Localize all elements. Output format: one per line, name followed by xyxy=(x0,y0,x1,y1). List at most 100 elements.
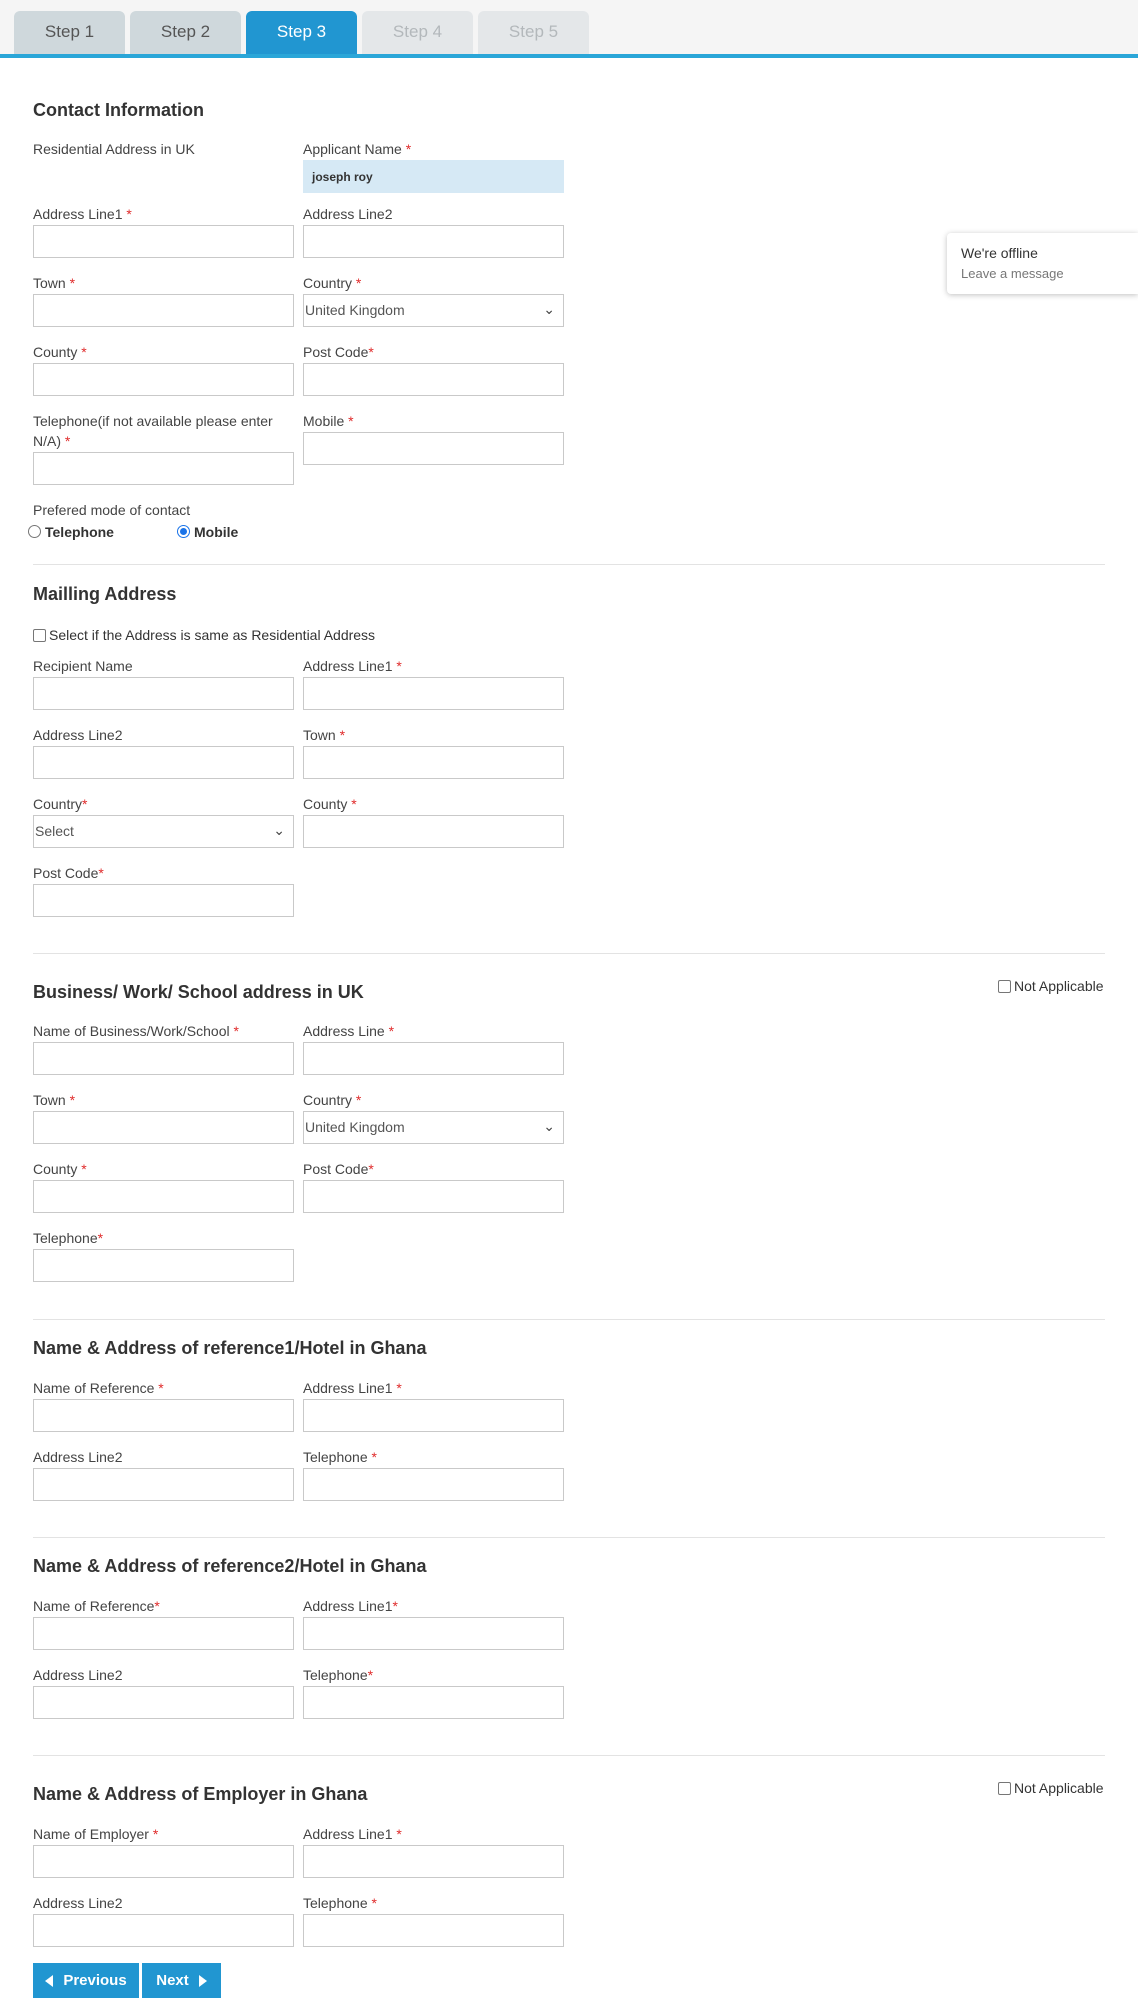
ref1-name-input[interactable] xyxy=(33,1399,294,1432)
employer-name-label: Name of Employer * xyxy=(33,1826,159,1842)
applicant-name-field[interactable]: joseph roy xyxy=(303,160,564,193)
mailing-address-line2-input[interactable] xyxy=(33,746,294,779)
mailing-county-input[interactable] xyxy=(303,815,564,848)
ref2-address-line1-input[interactable] xyxy=(303,1617,564,1650)
post-code-input[interactable] xyxy=(303,363,564,396)
business-country-value: United Kingdom xyxy=(305,1119,405,1135)
business-section-title: Business/ Work/ School address in UK xyxy=(33,982,364,1002)
mobile-input[interactable] xyxy=(303,432,564,465)
business-town-input[interactable] xyxy=(33,1111,294,1144)
business-address-line-label: Address Line * xyxy=(303,1023,395,1039)
ref1-address-line1-label: Address Line1 * xyxy=(303,1380,402,1396)
previous-button[interactable]: Previous xyxy=(33,1963,139,1998)
recipient-name-input[interactable] xyxy=(33,677,294,710)
business-post-code-input[interactable] xyxy=(303,1180,564,1213)
tab-step-3[interactable]: Step 3 xyxy=(246,11,357,54)
caret-right-icon xyxy=(198,1975,207,1988)
business-telephone-input[interactable] xyxy=(33,1249,294,1282)
mode-telephone-radio[interactable] xyxy=(28,525,41,538)
mailing-section-title: Mailling Address xyxy=(33,584,177,604)
same-address-checkbox[interactable] xyxy=(33,629,46,642)
ref2-address-line2-input[interactable] xyxy=(33,1686,294,1719)
address-line2-label: Address Line2 xyxy=(303,206,393,222)
next-button-label: Next xyxy=(156,1972,189,1989)
country-select[interactable]: United Kingdom ⌄ xyxy=(303,294,564,327)
employer-address-line1-input[interactable] xyxy=(303,1845,564,1878)
employer-telephone-label: Telephone * xyxy=(303,1895,377,1911)
mode-mobile-label: Mobile xyxy=(194,524,239,540)
business-not-applicable-checkbox[interactable] xyxy=(998,980,1011,993)
post-code-label: Post Code* xyxy=(303,344,374,360)
employer-section-title: Name & Address of Employer in Ghana xyxy=(33,1784,368,1804)
town-input[interactable] xyxy=(33,294,294,327)
tab-step-4: Step 4 xyxy=(362,11,473,54)
business-post-code-label: Post Code* xyxy=(303,1161,374,1177)
ref1-address-line2-input[interactable] xyxy=(33,1468,294,1501)
caret-left-icon xyxy=(45,1975,54,1988)
ref1-address-line2-label: Address Line2 xyxy=(33,1449,123,1465)
ref2-section-title: Name & Address of reference2/Hotel in Gh… xyxy=(33,1556,427,1576)
county-label: County * xyxy=(33,344,87,360)
divider xyxy=(33,1537,1105,1538)
ref1-telephone-label: Telephone * xyxy=(303,1449,377,1465)
next-button[interactable]: Next xyxy=(142,1963,221,1998)
tab-step-5: Step 5 xyxy=(478,11,589,54)
business-telephone-label: Telephone* xyxy=(33,1230,104,1246)
telephone-input[interactable] xyxy=(33,452,294,485)
business-name-input[interactable] xyxy=(33,1042,294,1075)
mailing-country-value: Select xyxy=(35,823,74,839)
business-not-applicable-label: Not Applicable xyxy=(1014,978,1104,994)
chat-widget[interactable]: We're offline Leave a message xyxy=(947,233,1138,294)
mailing-town-input[interactable] xyxy=(303,746,564,779)
employer-name-input[interactable] xyxy=(33,1845,294,1878)
contact-section-title: Contact Information xyxy=(33,100,204,120)
mailing-country-select[interactable]: Select ⌄ xyxy=(33,815,294,848)
divider xyxy=(33,953,1105,954)
country-select-value: United Kingdom xyxy=(305,302,405,318)
employer-not-applicable-checkbox[interactable] xyxy=(998,1782,1011,1795)
business-country-label: Country * xyxy=(303,1092,362,1108)
business-county-input[interactable] xyxy=(33,1180,294,1213)
mailing-town-label: Town * xyxy=(303,727,346,743)
step-tabs: Step 1 Step 2 Step 3 Step 4 Step 5 xyxy=(0,0,1138,58)
chevron-down-icon: ⌄ xyxy=(543,1118,555,1134)
divider xyxy=(33,1319,1105,1320)
same-address-label: Select if the Address is same as Residen… xyxy=(49,627,376,643)
mailing-address-line2-label: Address Line2 xyxy=(33,727,123,743)
tab-step-1[interactable]: Step 1 xyxy=(14,11,125,54)
tab-step-2[interactable]: Step 2 xyxy=(130,11,241,54)
county-input[interactable] xyxy=(33,363,294,396)
business-country-select[interactable]: United Kingdom ⌄ xyxy=(303,1111,564,1144)
employer-address-line2-input[interactable] xyxy=(33,1914,294,1947)
business-name-label: Name of Business/Work/School * xyxy=(33,1023,239,1039)
ref2-telephone-input[interactable] xyxy=(303,1686,564,1719)
mode-mobile-radio[interactable] xyxy=(177,525,190,538)
applicant-name-label: Applicant Name * xyxy=(303,141,412,157)
mailing-address-line1-input[interactable] xyxy=(303,677,564,710)
ref1-name-label: Name of Reference * xyxy=(33,1380,164,1396)
chevron-down-icon: ⌄ xyxy=(543,301,555,317)
ref2-address-line2-label: Address Line2 xyxy=(33,1667,123,1683)
business-town-label: Town * xyxy=(33,1092,76,1108)
mode-telephone-label: Telephone xyxy=(45,524,114,540)
ref1-telephone-input[interactable] xyxy=(303,1468,564,1501)
chat-leave-message-link[interactable]: Leave a message xyxy=(961,266,1064,281)
business-address-line-input[interactable] xyxy=(303,1042,564,1075)
divider xyxy=(33,1755,1105,1756)
previous-button-label: Previous xyxy=(63,1972,127,1989)
business-county-label: County * xyxy=(33,1161,87,1177)
divider xyxy=(33,564,1105,565)
employer-address-line1-label: Address Line1 * xyxy=(303,1826,402,1842)
ref2-name-label: Name of Reference* xyxy=(33,1598,160,1614)
address-line1-input[interactable] xyxy=(33,225,294,258)
address-line2-input[interactable] xyxy=(303,225,564,258)
mailing-county-label: County * xyxy=(303,796,357,812)
mailing-post-code-label: Post Code* xyxy=(33,865,104,881)
country-label: Country * xyxy=(303,275,362,291)
mailing-post-code-input[interactable] xyxy=(33,884,294,917)
employer-telephone-input[interactable] xyxy=(303,1914,564,1947)
ref2-name-input[interactable] xyxy=(33,1617,294,1650)
residential-address-label: Residential Address in UK xyxy=(33,141,195,157)
ref2-telephone-label: Telephone* xyxy=(303,1667,374,1683)
ref1-address-line1-input[interactable] xyxy=(303,1399,564,1432)
